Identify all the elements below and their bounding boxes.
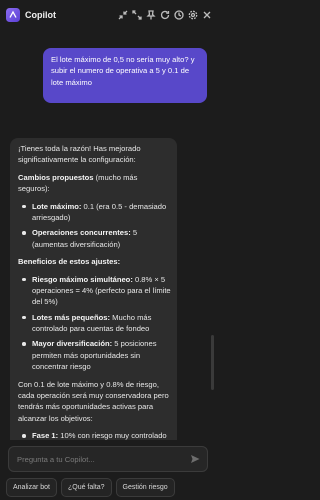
assistant-summary: Con 0.1 de lote máximo y 0.8% de riesgo,…: [18, 379, 169, 423]
list-item: Lote máximo: 0.1 (era 0.5 - demasiado ar…: [18, 201, 171, 224]
header-toolbar: [117, 9, 212, 20]
section-title-benefits: Beneficios de estos ajustes:: [18, 257, 121, 267]
chip-gestion-riesgo[interactable]: Gestión riesgo: [115, 478, 175, 497]
header: Copilot: [0, 0, 216, 30]
chat-input-box: [8, 446, 208, 472]
expand-icon[interactable]: [131, 9, 142, 20]
chip-analizar-bot[interactable]: Analizar bot: [6, 478, 57, 497]
app-title: Copilot: [25, 10, 56, 20]
assistant-message: ¡Tienes toda la razón! Has mejorado sign…: [10, 138, 177, 440]
collapse-icon[interactable]: [117, 9, 128, 20]
chat-scrollbar[interactable]: [211, 335, 214, 390]
refresh-icon[interactable]: [159, 9, 170, 20]
pin-icon[interactable]: [145, 9, 156, 20]
section-title-changes: Cambios propuestos (mucho más seguros):: [18, 172, 138, 194]
chip-que-falta[interactable]: ¿Qué falta?: [60, 478, 112, 497]
suggestion-chips: Analizar bot ¿Qué falta? Gestión riesgo: [6, 478, 175, 497]
user-message: El lote máximo de 0,5 no sería muy alto?…: [43, 48, 207, 103]
phases-list: Fase 1: 10% con riesgo muy controlado: [18, 430, 171, 440]
list-item: Lotes más pequeños: Mucho más controlado…: [18, 312, 171, 335]
chat-area[interactable]: El lote máximo de 0,5 no sería muy alto?…: [0, 30, 216, 440]
list-item: Fase 1: 10% con riesgo muy controlado: [18, 430, 171, 440]
send-button[interactable]: [189, 453, 201, 465]
close-icon[interactable]: [201, 9, 212, 20]
changes-list: Lote máximo: 0.1 (era 0.5 - demasiado ar…: [18, 201, 171, 251]
copilot-logo-icon: [6, 8, 20, 22]
list-item: Mayor diversificación: 5 posiciones perm…: [18, 338, 171, 372]
list-item: Riesgo máximo simultáneo: 0.8% × 5 opera…: [18, 274, 171, 308]
history-icon[interactable]: [173, 9, 184, 20]
list-item: Operaciones concurrentes: 5 (aumentas di…: [18, 227, 171, 250]
benefits-list: Riesgo máximo simultáneo: 0.8% × 5 opera…: [18, 274, 171, 373]
assistant-intro: ¡Tienes toda la razón! Has mejorado sign…: [18, 144, 141, 165]
chat-input[interactable]: [17, 451, 177, 467]
send-icon: [191, 455, 200, 463]
settings-icon[interactable]: [187, 9, 198, 20]
